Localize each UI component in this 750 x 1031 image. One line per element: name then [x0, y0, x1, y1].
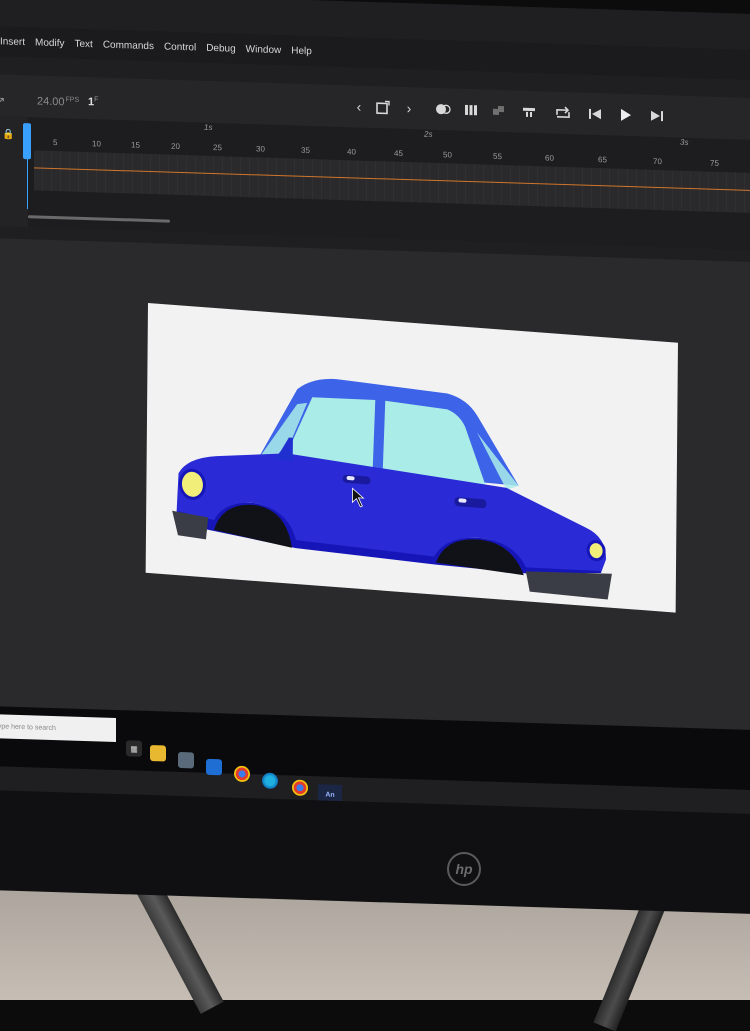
- fps-value: 24.00: [37, 95, 65, 109]
- ruler-second-3: 3s: [680, 137, 689, 147]
- fps-unit: FPS: [65, 96, 80, 104]
- ruler-frame-35: 35: [301, 145, 310, 156]
- chrome-profile-icon[interactable]: [292, 779, 308, 796]
- menu-window[interactable]: Window: [246, 44, 282, 56]
- ruler-frame-5: 5: [53, 137, 58, 148]
- ruler-frame-55: 55: [493, 151, 502, 162]
- camera-app-icon[interactable]: [178, 751, 194, 769]
- mail-icon[interactable]: [206, 758, 222, 776]
- fps-display[interactable]: 24.00FPS: [37, 95, 79, 108]
- playhead-line: [27, 157, 28, 210]
- ruler-frame-45: 45: [394, 148, 403, 158]
- animate-app-icon[interactable]: An: [318, 784, 342, 808]
- menu-insert[interactable]: Insert: [0, 36, 25, 48]
- frame-grid[interactable]: [34, 150, 750, 214]
- ruler-frame-65: 65: [598, 155, 607, 165]
- center-frame-icon[interactable]: [516, 99, 542, 126]
- frame-view-icon[interactable]: [486, 98, 512, 125]
- menu-modify[interactable]: Modify: [35, 37, 64, 49]
- step-back-icon[interactable]: [582, 101, 608, 128]
- loop-icon[interactable]: [550, 100, 576, 127]
- ruler-frame-10: 10: [92, 139, 101, 149]
- ruler-frame-60: 60: [545, 153, 554, 163]
- task-view-icon[interactable]: ▦: [126, 740, 142, 757]
- menu-commands[interactable]: Commands: [103, 39, 154, 52]
- stage-canvas[interactable]: [145, 302, 678, 613]
- menu-bar: Insert Modify Text Commands Control Debu…: [0, 26, 750, 81]
- menu-help[interactable]: Help: [291, 45, 312, 57]
- car-rear-light: [178, 468, 206, 500]
- chrome-icon[interactable]: [234, 765, 250, 783]
- insert-keyframe-icon[interactable]: [370, 94, 396, 121]
- car-door-handle-front-shine: [458, 498, 467, 503]
- ruler-frame-30: 30: [256, 144, 265, 154]
- frame-unit: F: [94, 96, 99, 104]
- car-door-handle-rear-shine: [346, 476, 355, 481]
- timeline-panel: ◎ 🔒 ◎ 1s 2s 3s 5 10 15 20 25 30 35 40 45…: [0, 116, 750, 251]
- ruler-frame-40: 40: [347, 147, 356, 157]
- hp-logo: hp: [447, 852, 481, 886]
- file-explorer-icon[interactable]: [150, 745, 166, 762]
- monitor-bezel: Insert Modify Text Commands Control Debu…: [0, 0, 750, 915]
- onion-skin-icon[interactable]: [430, 96, 456, 123]
- ruler-second-1: 1s: [204, 122, 213, 132]
- menu-debug[interactable]: Debug: [206, 42, 235, 54]
- ruler-second-2: 2s: [424, 129, 433, 139]
- next-icon[interactable]: ›: [396, 95, 422, 122]
- ruler-frame-25: 25: [213, 143, 222, 153]
- car-headlight: [586, 540, 606, 562]
- menu-text[interactable]: Text: [74, 38, 92, 50]
- timeline-scrollbar[interactable]: [28, 215, 170, 223]
- ruler-frame-75: 75: [710, 158, 719, 168]
- ruler-frame-70: 70: [653, 156, 662, 167]
- car-illustration[interactable]: [146, 303, 678, 613]
- ruler-frame-50: 50: [443, 150, 452, 160]
- ruler-frame-15: 15: [131, 140, 140, 150]
- current-frame-display[interactable]: 1F: [88, 96, 98, 108]
- graph-icon[interactable]: ↗: [0, 94, 5, 107]
- screen: Insert Modify Text Commands Control Debu…: [0, 0, 750, 815]
- prev-icon[interactable]: ‹: [346, 93, 372, 120]
- edit-multiple-frames-icon[interactable]: [458, 97, 484, 124]
- lock-icon[interactable]: 🔒: [2, 129, 14, 140]
- edge-icon[interactable]: [262, 772, 278, 790]
- play-icon[interactable]: [612, 102, 638, 129]
- stage-area: [0, 238, 750, 733]
- menu-control[interactable]: Control: [164, 41, 196, 53]
- ruler-frame-20: 20: [171, 141, 180, 151]
- step-forward-icon[interactable]: [644, 103, 670, 130]
- playhead[interactable]: [23, 123, 31, 160]
- taskbar-search-input[interactable]: Type here to search: [0, 714, 116, 742]
